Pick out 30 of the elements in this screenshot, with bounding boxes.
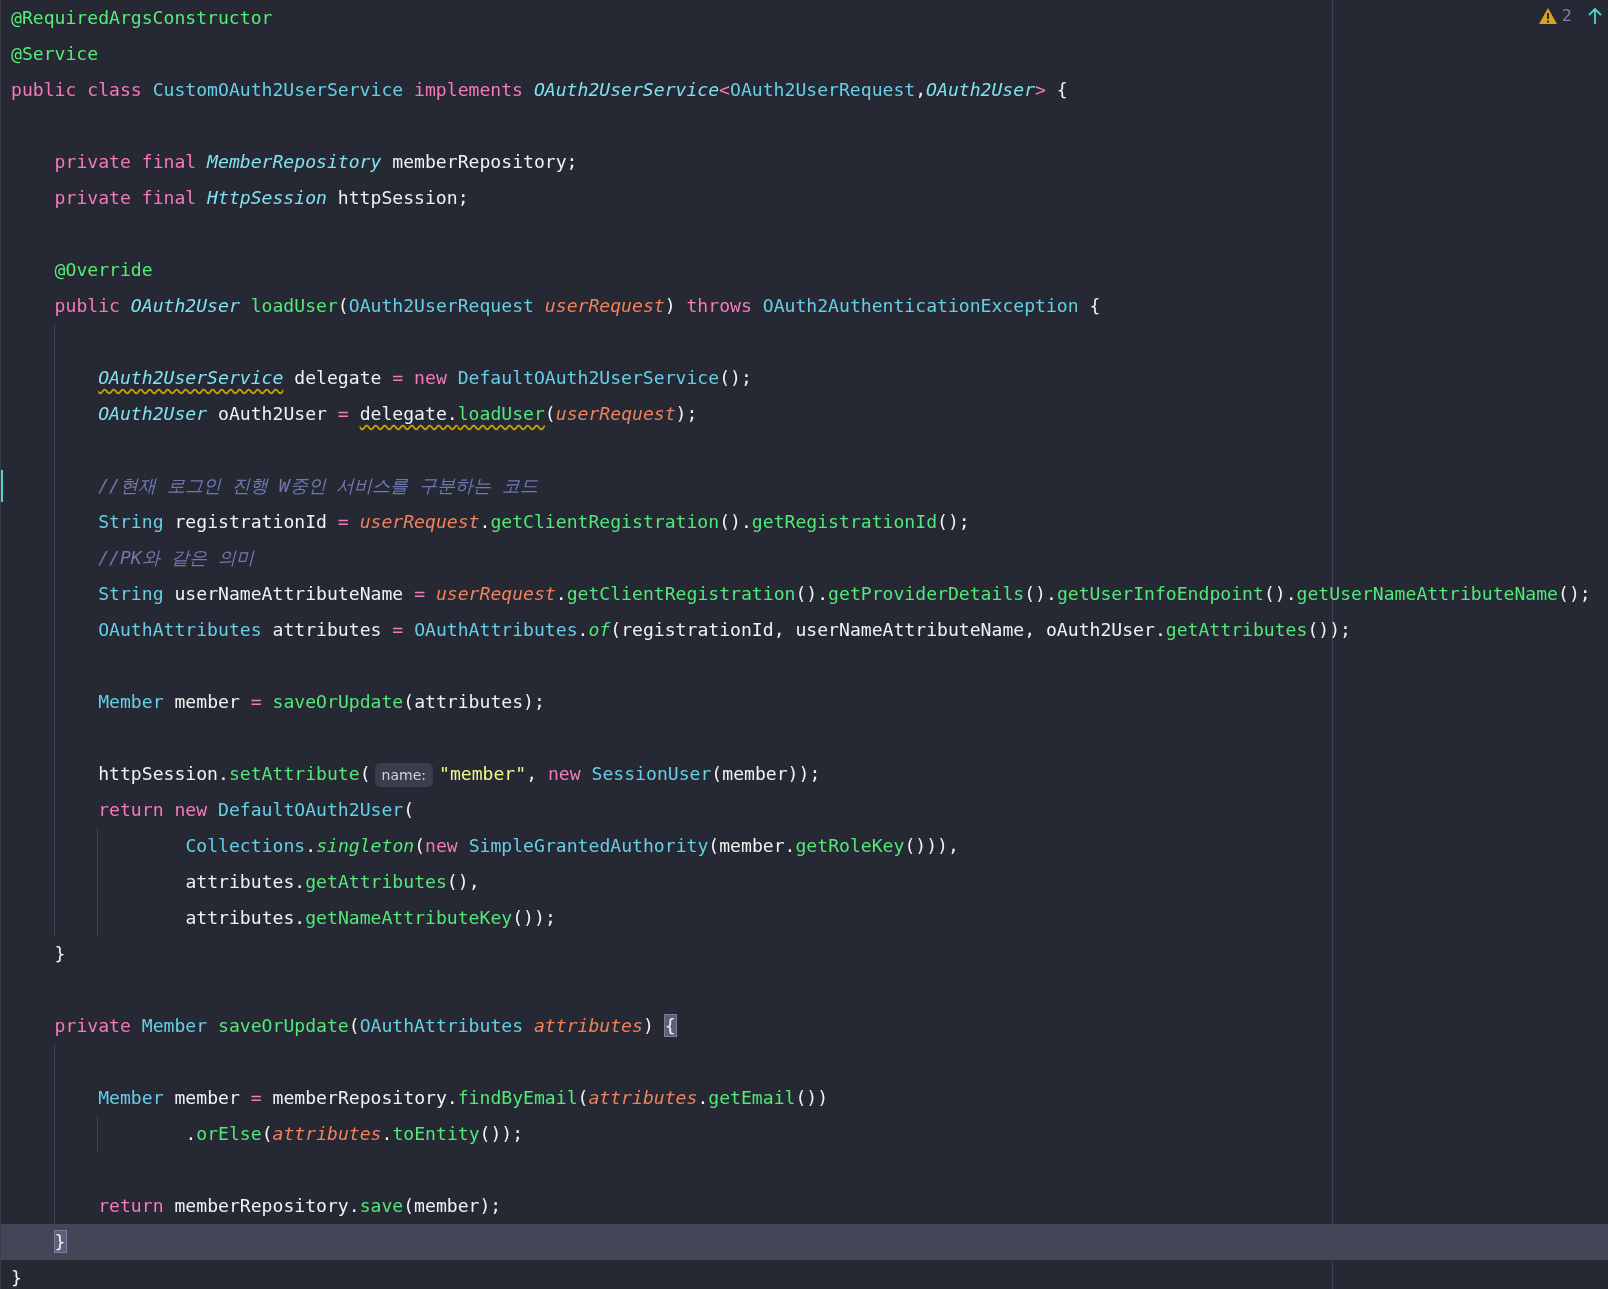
code-line: .orElse(attributes.toEntity()); xyxy=(185,1122,524,1146)
code-line: OAuth2UserService delegate = new DefaultOAuth2UserService(); xyxy=(98,366,752,390)
code-line: private final HttpSession httpSession; xyxy=(54,186,469,210)
code-editor[interactable] xyxy=(0,0,1608,1289)
code-line: @Override xyxy=(54,258,153,282)
code-line: attributes.getAttributes(), xyxy=(185,870,480,894)
code-comment: //현재 로그인 진행 W중인 서비스를 구분하는 코드 xyxy=(98,474,539,498)
code-line: String registrationId = userRequest.getClientRegistration().getRegistrationId(); xyxy=(98,510,970,534)
code-line: Member member = memberRepository.findByEmail(attributes.getEmail()) xyxy=(98,1086,829,1110)
warning-icon[interactable] xyxy=(1537,6,1558,25)
code-line: attributes.getNameAttributeKey()); xyxy=(185,906,556,930)
code-line: return new DefaultOAuth2User( xyxy=(98,798,415,822)
code-line: return memberRepository.save(member); xyxy=(98,1194,502,1218)
code-line: private Member saveOrUpdate(OAuthAttributes attributes) { xyxy=(54,1014,676,1038)
code-line: Member member = saveOrUpdate(attributes); xyxy=(98,690,545,714)
code-line: Collections.singleton(new SimpleGrantedAuthority(member.getRoleKey())), xyxy=(185,834,959,858)
code-line: } xyxy=(11,1266,22,1289)
code-line: } xyxy=(54,942,66,966)
code-line: String userNameAttributeName = userRequest.getClientRegistration().getProviderDetails().getUserInfoEndpoint().getUserNameAttributeName(); xyxy=(98,582,1591,606)
code-line: OAuthAttributes attributes = OAuthAttributes.of(registrationId, userNameAttributeName, oAuth2User.getAttributes()); xyxy=(98,618,1351,642)
code-comment: //PK와 같은 의미 xyxy=(98,546,254,570)
code-line: @Service xyxy=(11,42,99,66)
code-line: httpSession.setAttribute( name: "member", new SessionUser(member)); xyxy=(98,761,821,787)
up-arrow-icon[interactable] xyxy=(1588,6,1602,25)
code-line: @RequiredArgsConstructor xyxy=(11,6,273,30)
warning-count: 2 xyxy=(1561,6,1572,25)
code-line: private final MemberRepository memberRepository; xyxy=(54,150,578,174)
code-line: public OAuth2User loadUser(OAuth2UserRequest userRequest) throws OAuth2AuthenticationException { xyxy=(54,294,1101,318)
code-line: OAuth2User oAuth2User = delegate.loadUser(userRequest); xyxy=(98,402,698,426)
code-line: public class CustomOAuth2UserService implements OAuth2UserService<OAuth2UserRequest,OAuth2User> { xyxy=(11,78,1068,102)
